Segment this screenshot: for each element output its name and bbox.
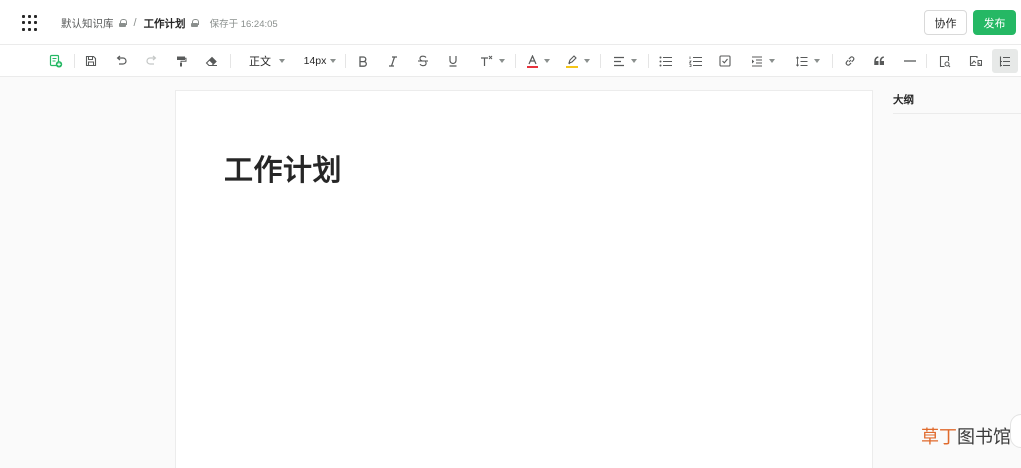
undo-icon[interactable] [112, 45, 130, 77]
add-doc-icon[interactable] [46, 45, 66, 77]
lock-icon [118, 19, 127, 27]
lock-icon [190, 19, 199, 27]
outline-toggle-icon[interactable] [992, 49, 1018, 73]
chevron-down-icon [584, 59, 590, 63]
watermark: 草丁图书馆 [921, 423, 1011, 449]
quote-icon[interactable] [871, 45, 889, 77]
publish-button[interactable]: 发布 [973, 10, 1016, 35]
search-doc-icon[interactable] [936, 45, 954, 77]
strikethrough-icon[interactable] [415, 45, 431, 77]
chevron-down-icon [814, 59, 820, 63]
font-color-select[interactable] [523, 45, 553, 77]
insert-image-icon[interactable] [966, 45, 984, 77]
breadcrumb-knowledge-base[interactable]: 默认知识库 [61, 16, 114, 31]
document-page[interactable]: 工作计划 [175, 90, 873, 468]
breadcrumb-document: 工作计划 [143, 17, 186, 30]
apps-grid-icon[interactable] [22, 15, 38, 31]
chevron-down-icon [769, 59, 775, 63]
link-icon[interactable] [841, 45, 859, 77]
outline-title: 大纲 [893, 94, 914, 106]
format-painter-icon[interactable] [172, 45, 190, 77]
breadcrumb-separator: / [133, 17, 137, 29]
font-size-value: 14px [303, 55, 327, 67]
outline-divider [893, 113, 1021, 114]
top-header: 默认知识库 / 工作计划 保存于 16:24:05 协作 发布 [0, 0, 1021, 45]
task-list-icon[interactable] [716, 45, 734, 77]
bullet-list-icon[interactable] [656, 45, 674, 77]
line-height-icon [796, 55, 808, 67]
line-height-select[interactable] [791, 45, 825, 77]
superscript-icon [480, 55, 492, 66]
chevron-down-icon [279, 59, 285, 63]
indent-select[interactable] [746, 45, 780, 77]
chevron-down-icon [631, 59, 637, 63]
bold-icon[interactable] [355, 45, 371, 77]
save-icon[interactable] [82, 45, 100, 77]
paragraph-style-value: 正文 [249, 56, 271, 68]
highlight-icon [566, 54, 578, 68]
divider-icon[interactable] [901, 45, 919, 77]
superscript-select[interactable] [475, 45, 509, 77]
indent-icon [752, 55, 762, 67]
font-size-select[interactable]: 14px [300, 45, 340, 77]
italic-icon[interactable] [385, 45, 401, 77]
watermark-part1: 草丁 [921, 427, 957, 448]
editor-toolbar: 正文 14px [0, 45, 1021, 77]
align-select[interactable] [608, 45, 642, 77]
font-color-icon [526, 54, 538, 68]
redo-icon[interactable] [142, 45, 160, 77]
watermark-part2: 图书馆 [957, 427, 1011, 448]
chevron-down-icon [330, 59, 337, 63]
collaborate-button[interactable]: 协作 [924, 10, 967, 35]
chevron-down-icon [498, 59, 505, 63]
paragraph-style-select[interactable]: 正文 [245, 45, 289, 77]
document-title[interactable]: 工作计划 [224, 147, 342, 189]
save-status: 保存于 16:24:05 [209, 19, 278, 30]
side-float-button[interactable] [1010, 414, 1021, 448]
underline-icon[interactable] [445, 45, 461, 77]
eraser-icon[interactable] [202, 45, 220, 77]
chevron-down-icon [543, 59, 550, 63]
align-left-icon [614, 56, 624, 66]
highlight-select[interactable] [562, 45, 594, 77]
breadcrumb: 默认知识库 / 工作计划 保存于 16:24:05 [61, 16, 278, 30]
ordered-list-icon[interactable] [686, 45, 704, 77]
